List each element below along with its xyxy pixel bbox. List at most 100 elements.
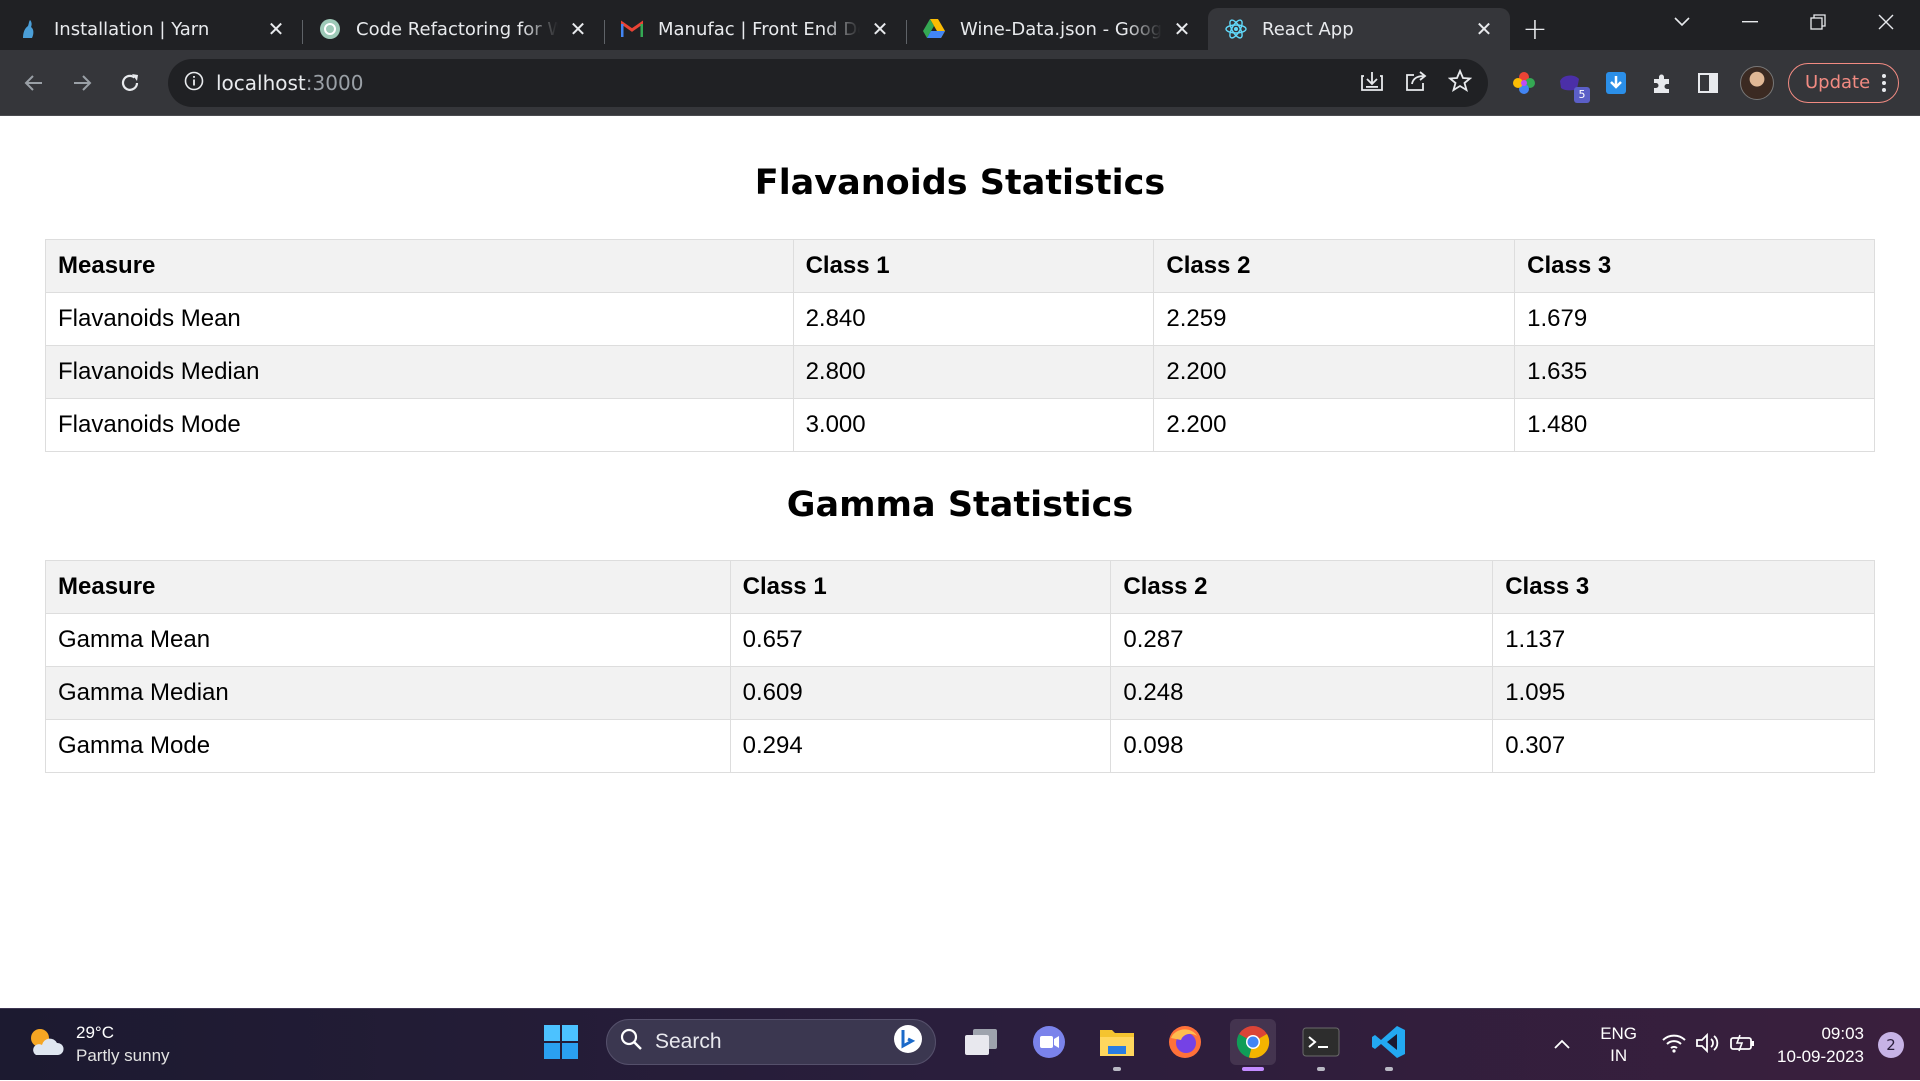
tab-search-icon[interactable] [1648, 16, 1716, 28]
extension-count-badge: 5 [1574, 86, 1590, 103]
close-icon[interactable]: ✕ [1170, 17, 1194, 41]
table-cell: 1.480 [1514, 398, 1875, 452]
tab-title: Wine-Data.json - Google Drive [960, 18, 1162, 40]
table-row: Gamma Mode 0.294 0.098 0.307 [45, 719, 1875, 773]
language-indicator[interactable]: ENG IN [1600, 1023, 1637, 1067]
color-picker-extension-icon[interactable] [1510, 69, 1538, 97]
table-cell: 0.287 [1110, 613, 1494, 667]
table-cell: 2.200 [1153, 398, 1516, 452]
more-menu-icon[interactable] [1882, 73, 1887, 92]
running-indicator [1113, 1067, 1121, 1071]
running-indicator [1385, 1067, 1393, 1071]
chrome-icon[interactable] [1230, 1019, 1276, 1071]
info-icon[interactable] [184, 71, 204, 95]
task-view-icon[interactable] [958, 1019, 1004, 1065]
taskbar-search[interactable]: Search [606, 1019, 936, 1065]
bookmark-star-icon[interactable] [1447, 68, 1473, 97]
column-header: Class 2 [1153, 239, 1516, 293]
clock-date: 10-09-2023 [1777, 1047, 1864, 1066]
weather-description: Partly sunny [76, 1046, 170, 1065]
table-cell: 2.200 [1153, 345, 1516, 399]
extensions-puzzle-icon[interactable] [1648, 69, 1676, 97]
table-row: Flavanoids Median 2.800 2.200 1.635 [45, 345, 1875, 399]
start-button[interactable] [538, 1019, 584, 1065]
notification-badge[interactable]: 2 [1878, 1032, 1904, 1058]
gamma-table: Measure Class 1 Class 2 Class 3 Gamma Me… [45, 560, 1875, 773]
page-content: Flavanoids Statistics Measure Class 1 Cl… [0, 117, 1920, 1008]
terminal-icon[interactable] [1298, 1019, 1344, 1071]
close-icon[interactable]: ✕ [566, 17, 590, 41]
install-app-icon[interactable] [1360, 70, 1384, 96]
extensions-area: 5 [1510, 65, 1774, 103]
column-header: Class 3 [1514, 239, 1875, 293]
close-icon[interactable]: ✕ [868, 17, 892, 41]
column-header: Class 1 [729, 560, 1112, 614]
restore-button[interactable] [1784, 14, 1852, 30]
tab-yarn[interactable]: Installation | Yarn ✕ [0, 8, 302, 50]
running-indicator [1317, 1067, 1325, 1071]
table-row: Gamma Mean 0.657 0.287 1.137 [45, 613, 1875, 667]
react-icon [1224, 17, 1248, 41]
minimize-button[interactable] [1716, 21, 1784, 23]
update-button[interactable]: Update [1788, 62, 1900, 103]
weather-widget[interactable]: 29°C Partly sunny [26, 1021, 170, 1067]
close-icon[interactable]: ✕ [1472, 17, 1496, 41]
teams-chat-icon[interactable] [1026, 1019, 1072, 1065]
system-clock[interactable]: 09:03 10-09-2023 [1777, 1022, 1864, 1068]
new-tab-button[interactable]: + [1510, 8, 1560, 50]
tab-google-drive[interactable]: Wine-Data.json - Google Drive ✕ [906, 8, 1208, 50]
weather-temperature: 29°C [76, 1023, 114, 1042]
table-cell: 2.840 [792, 292, 1155, 346]
table-cell: 0.294 [729, 719, 1112, 773]
partly-sunny-icon [26, 1025, 64, 1063]
column-header: Measure [45, 239, 794, 293]
close-icon[interactable]: ✕ [264, 17, 288, 41]
back-button[interactable] [10, 59, 58, 107]
table-row: Gamma Median 0.609 0.248 1.095 [45, 666, 1875, 720]
clock-time: 09:03 [1821, 1024, 1864, 1043]
wifi-icon[interactable] [1661, 1032, 1687, 1058]
table-cell: 0.657 [729, 613, 1112, 667]
table-cell: Flavanoids Mode [45, 398, 794, 452]
table-cell: 1.679 [1514, 292, 1875, 346]
battery-icon[interactable] [1729, 1033, 1757, 1057]
tab-title: Manufac | Front End Developer [658, 18, 860, 40]
extension-badge-icon[interactable]: 5 [1556, 69, 1590, 103]
tab-manufac-gmail[interactable]: Manufac | Front End Developer ✕ [604, 8, 906, 50]
url-host: localhost [216, 70, 306, 95]
flavanoids-title: Flavanoids Statistics [754, 163, 1166, 203]
table-cell: 2.259 [1153, 292, 1516, 346]
volume-icon[interactable] [1695, 1032, 1721, 1058]
table-cell: Gamma Mean [45, 613, 731, 667]
forward-button[interactable] [58, 59, 106, 107]
url-text: localhost:3000 [216, 71, 363, 95]
table-row: Flavanoids Mode 3.000 2.200 1.480 [45, 398, 1875, 452]
address-bar[interactable]: localhost:3000 [168, 58, 1488, 107]
yarn-icon [16, 17, 40, 41]
taskbar-apps: Search [538, 1019, 1412, 1071]
download-extension-icon[interactable] [1602, 69, 1630, 97]
tab-title: Code Refactoring for Wine [356, 18, 558, 40]
profile-avatar[interactable] [1740, 65, 1774, 100]
gmail-icon [620, 17, 644, 41]
table-cell: 2.800 [792, 345, 1155, 399]
reload-button[interactable] [106, 59, 154, 107]
tab-react-app[interactable]: React App ✕ [1208, 8, 1510, 50]
gamma-title: Gamma Statistics [786, 485, 1134, 525]
file-explorer-icon[interactable] [1094, 1019, 1140, 1071]
chevron-up-icon[interactable] [1552, 1036, 1572, 1055]
table-cell: 0.248 [1110, 666, 1494, 720]
window-controls [1648, 0, 1920, 44]
tab-title: Installation | Yarn [54, 18, 210, 40]
bing-icon[interactable] [893, 1024, 923, 1060]
close-window-button[interactable] [1852, 14, 1920, 30]
flavanoids-table: Measure Class 1 Class 2 Class 3 Flavanoi… [45, 239, 1875, 452]
browser-toolbar: localhost:3000 5 Update [0, 50, 1920, 116]
tab-strip: Installation | Yarn ✕ Code Refactoring f… [0, 0, 1920, 50]
tab-code-refactoring[interactable]: Code Refactoring for Wine ✕ [302, 8, 604, 50]
share-icon[interactable] [1404, 70, 1428, 96]
side-panel-icon[interactable] [1694, 69, 1722, 97]
firefox-icon[interactable] [1162, 1019, 1208, 1065]
table-cell: Gamma Mode [45, 719, 731, 773]
vscode-icon[interactable] [1366, 1019, 1412, 1071]
